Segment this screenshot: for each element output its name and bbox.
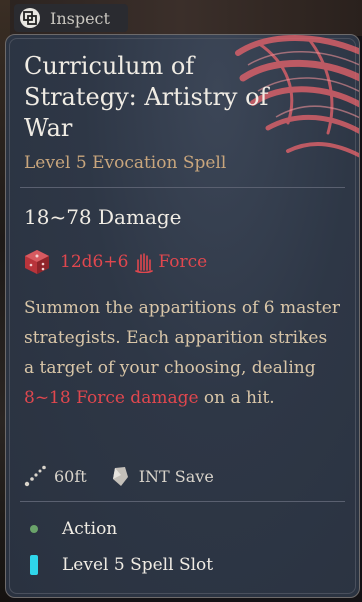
divider	[20, 187, 345, 188]
inspect-icon	[20, 8, 40, 28]
spell-slot-icon	[30, 555, 38, 575]
action-dot-icon	[30, 525, 38, 533]
spell-meta-row: 60ft INT Save	[24, 461, 214, 491]
spell-name: Curriculum of Strategy: Artistry of War	[24, 52, 269, 142]
spell-description: Summon the apparitions of 6 master strat…	[24, 293, 342, 413]
damage-dice: 12d6+6	[60, 252, 129, 272]
spell-level-school: Level 5 Evocation Spell	[24, 153, 227, 173]
cost-spell-slot-row: Level 5 Spell Slot	[24, 551, 213, 579]
divider	[20, 501, 345, 502]
inspect-button[interactable]: Inspect	[14, 4, 128, 32]
damage-dice-row: 12d6+6 Force	[24, 247, 207, 277]
description-text: Summon the apparitions of 6 master strat…	[24, 298, 340, 378]
damage-type: Force	[158, 252, 208, 272]
spell-range: 60ft	[54, 466, 87, 486]
dice-icon	[25, 250, 49, 274]
cost-spell-slot: Level 5 Spell Slot	[62, 555, 214, 575]
inspect-label: Inspect	[50, 8, 110, 28]
range-icon	[24, 465, 46, 487]
saving-throw-icon	[112, 467, 128, 486]
damage-range: 18~78 Damage	[24, 205, 182, 229]
spell-tooltip: Curriculum of Strategy: Artistry of War …	[5, 34, 360, 598]
force-hand-icon	[135, 253, 154, 273]
saving-throw: INT Save	[138, 466, 214, 486]
description-highlight: 8~18 Force damage	[24, 388, 199, 408]
description-text-end: on a hit.	[198, 388, 275, 408]
cost-action: Action	[62, 519, 118, 539]
cost-action-row: Action	[24, 515, 117, 543]
